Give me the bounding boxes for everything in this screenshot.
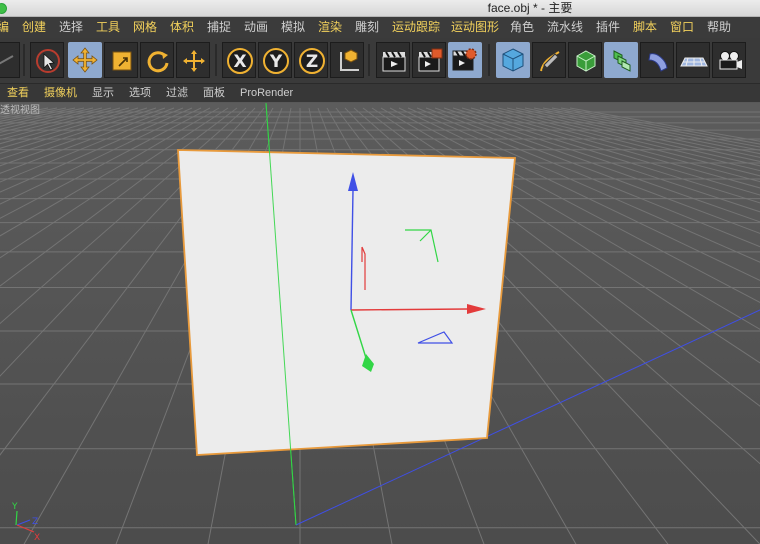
camera-button[interactable] <box>712 42 746 78</box>
viewport-name-label: 透视视图 <box>0 105 40 116</box>
svg-text:X: X <box>233 52 246 72</box>
pen-icon <box>540 51 560 72</box>
menu-snap[interactable]: 捕捉 <box>207 17 231 38</box>
toolbar-separator <box>23 44 25 76</box>
menu-character[interactable]: 角色 <box>510 17 534 38</box>
indicator-z-label: Z <box>32 517 38 527</box>
cube-button[interactable] <box>496 42 530 78</box>
transform-icon <box>183 50 205 72</box>
menu-pipeline[interactable]: 流水线 <box>547 17 583 38</box>
scale-box-icon <box>112 51 132 71</box>
rotate-button[interactable] <box>140 42 174 78</box>
viewport-menu-panel[interactable]: 面板 <box>203 84 225 102</box>
subdivision-surface-button[interactable] <box>568 42 602 78</box>
lock-z-axis-button[interactable]: Z <box>294 42 328 78</box>
live-selection-button[interactable] <box>30 42 64 78</box>
polygon-face[interactable] <box>177 149 516 456</box>
clapperboard-render-icon <box>418 48 443 72</box>
menu-mesh[interactable]: 网格 <box>133 17 157 38</box>
x-axis-icon: X <box>227 48 253 74</box>
bend-deformer-icon <box>648 53 668 72</box>
array-cloner-button[interactable] <box>604 42 638 78</box>
perspective-viewport[interactable]: Y Z X <box>0 103 760 544</box>
lock-x-axis-button[interactable]: X <box>222 42 256 78</box>
move-arrows-icon <box>72 47 98 73</box>
title-bar: face.obj * - 主要 <box>0 0 760 17</box>
viewport-menu-bar: 查看 摄像机 显示 选项 过滤 面板 ProRender <box>0 84 760 102</box>
menu-mograph[interactable]: 运动图形 <box>451 17 499 38</box>
menu-tools[interactable]: 工具 <box>96 17 120 38</box>
cursor-select-icon <box>36 49 60 73</box>
svg-text:Y: Y <box>269 52 283 72</box>
rotate-icon <box>147 51 169 73</box>
menu-sculpt[interactable]: 雕刻 <box>355 17 379 38</box>
toolbar-separator <box>488 44 490 76</box>
menu-render[interactable]: 渲染 <box>318 17 342 38</box>
camera-icon <box>719 51 742 70</box>
menu-simulate[interactable]: 模拟 <box>281 17 305 38</box>
main-menu-bar: 编 创建 选择 工具 网格 体积 捕捉 动画 模拟 渲染 雕刻 运动跟踪 运动图… <box>0 17 760 38</box>
pen-spline-button[interactable] <box>532 42 566 78</box>
y-axis-icon: Y <box>263 48 289 74</box>
subdivision-cube-icon <box>576 50 596 72</box>
menu-script[interactable]: 脚本 <box>633 17 657 38</box>
menu-create[interactable]: 创建 <box>22 17 46 38</box>
indicator-x-label: X <box>34 533 40 543</box>
menu-plugins[interactable]: 插件 <box>596 17 620 38</box>
viewport-menu-view[interactable]: 查看 <box>7 84 29 102</box>
coordinate-system-button[interactable] <box>330 42 364 78</box>
menu-animate[interactable]: 动画 <box>244 17 268 38</box>
render-view-button[interactable] <box>376 42 410 78</box>
move-button[interactable] <box>68 42 102 78</box>
viewport-menu-options[interactable]: 选项 <box>129 84 151 102</box>
deformer-button[interactable] <box>640 42 674 78</box>
floor-grid-icon <box>680 57 708 67</box>
scale-button[interactable] <box>104 42 138 78</box>
lock-y-axis-button[interactable]: Y <box>258 42 292 78</box>
menu-motion-tracker[interactable]: 运动跟踪 <box>392 17 440 38</box>
clapperboard-gear-icon <box>452 48 477 71</box>
indicator-y-label: Y <box>11 502 18 512</box>
cube-icon <box>502 48 524 72</box>
menu-select[interactable]: 选择 <box>59 17 83 38</box>
viewport-menu-cameras[interactable]: 摄像机 <box>44 84 77 102</box>
toolbar-separator <box>368 44 370 76</box>
transform-button[interactable] <box>176 42 210 78</box>
svg-text:Z: Z <box>306 52 318 72</box>
menu-volume[interactable]: 体积 <box>170 17 194 38</box>
viewport-canvas[interactable]: Y Z X <box>0 103 760 544</box>
undo-button[interactable] <box>0 42 20 78</box>
menu-window[interactable]: 窗口 <box>670 17 694 38</box>
render-settings-button[interactable] <box>448 42 482 78</box>
undo-icon <box>0 55 14 65</box>
floor-button[interactable] <box>676 42 710 78</box>
cloner-cubes-icon <box>613 50 631 72</box>
window-title: face.obj * - 主要 <box>487 1 573 15</box>
clapperboard-icon <box>382 51 406 72</box>
main-toolbar: X Y Z <box>0 38 760 84</box>
viewport-menu-prorender[interactable]: ProRender <box>240 84 293 102</box>
menu-edit[interactable]: 编 <box>0 17 9 38</box>
gizmo-x-axis[interactable] <box>350 308 469 311</box>
toolbar-separator <box>215 44 217 76</box>
menu-help[interactable]: 帮助 <box>707 17 731 38</box>
coordinate-system-icon <box>340 49 359 71</box>
render-to-picture-viewer-button[interactable] <box>412 42 446 78</box>
viewport-menu-filter[interactable]: 过滤 <box>166 84 188 102</box>
z-axis-icon: Z <box>299 48 325 74</box>
viewport-menu-display[interactable]: 显示 <box>92 84 114 102</box>
